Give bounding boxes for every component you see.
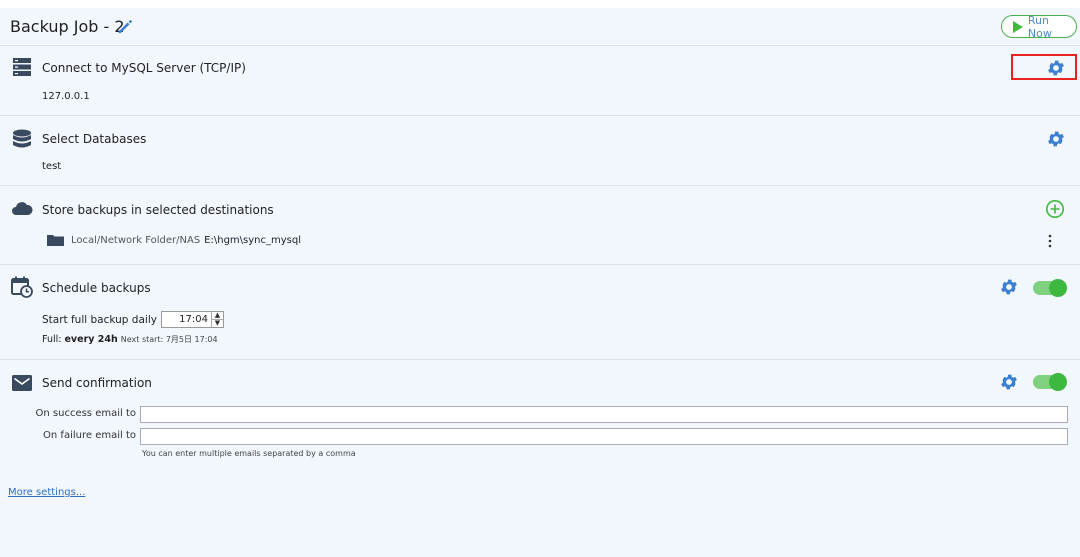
databases-settings-gear-icon[interactable] [1046, 129, 1066, 149]
more-options-kebab-icon[interactable] [1047, 234, 1053, 248]
start-time-value: 17:04 [179, 314, 208, 325]
folder-icon [47, 235, 64, 246]
destination-path: E:\hgm\sync_mysql [204, 234, 301, 246]
schedule-toggle[interactable] [1033, 279, 1067, 297]
databases-section: Select Databases test [0, 116, 1080, 186]
confirmation-settings-gear-icon[interactable] [999, 372, 1019, 392]
full-schedule-line: Full: every 24h Next start: 7月5日 17:04 [42, 334, 218, 345]
destinations-section: Store backups in selected destinations [0, 186, 1080, 265]
play-icon [1012, 20, 1023, 33]
next-start: Next start: 7月5日 17:04 [120, 335, 218, 344]
run-now-label: Run Now [1027, 13, 1052, 40]
gear-highlight-box [1011, 54, 1077, 80]
destination-item[interactable]: Local/Network Folder/NAS E:\hgm\sync_mys… [47, 234, 301, 246]
envelope-icon [12, 375, 32, 391]
run-now-button[interactable]: Run Now [1001, 13, 1077, 40]
job-title: Backup Job - 2 [10, 17, 125, 36]
server-icon [13, 58, 31, 76]
databases-title: Select Databases [42, 132, 147, 146]
calendar-clock-icon [11, 276, 33, 298]
job-header: Backup Job - 2 [0, 8, 1080, 46]
connect-section: Connect to MySQL Server (TCP/IP) 127.0.0… [0, 46, 1080, 116]
schedule-settings-gear-icon[interactable] [999, 277, 1019, 297]
spin-down-icon[interactable]: ▼ [212, 319, 223, 327]
edit-pencil-icon[interactable] [116, 18, 134, 36]
failure-email-field[interactable] [140, 428, 1068, 445]
start-time-spinner[interactable]: 17:04 ▲ ▼ [161, 311, 224, 328]
connect-title: Connect to MySQL Server (TCP/IP) [42, 61, 246, 75]
connect-host: 127.0.0.1 [42, 91, 90, 102]
more-settings-link[interactable]: More settings... [8, 487, 85, 498]
schedule-title: Schedule backups [42, 281, 151, 295]
success-email-field[interactable] [140, 406, 1068, 423]
confirmation-toggle[interactable] [1033, 373, 1067, 391]
destinations-title: Store backups in selected destinations [42, 203, 274, 217]
confirmation-title: Send confirmation [42, 376, 152, 390]
destination-type: Local/Network Folder/NAS [71, 234, 201, 246]
email-hint: You can enter multiple emails separated … [142, 449, 356, 458]
spin-up-icon[interactable]: ▲ [212, 312, 223, 319]
time-spin-buttons[interactable]: ▲ ▼ [211, 312, 223, 327]
failure-email-label: On failure email to [43, 430, 136, 441]
add-destination-plus-icon[interactable] [1045, 199, 1065, 219]
success-email-label: On success email to [35, 408, 136, 419]
databases-selected: test [42, 161, 62, 172]
start-daily-label: Start full backup daily at [42, 314, 171, 326]
database-icon [13, 129, 31, 148]
full-interval: every 24h [64, 334, 118, 345]
full-prefix: Full: [42, 334, 62, 345]
cloud-icon [12, 202, 33, 215]
connect-settings-gear-icon[interactable] [1046, 58, 1066, 78]
